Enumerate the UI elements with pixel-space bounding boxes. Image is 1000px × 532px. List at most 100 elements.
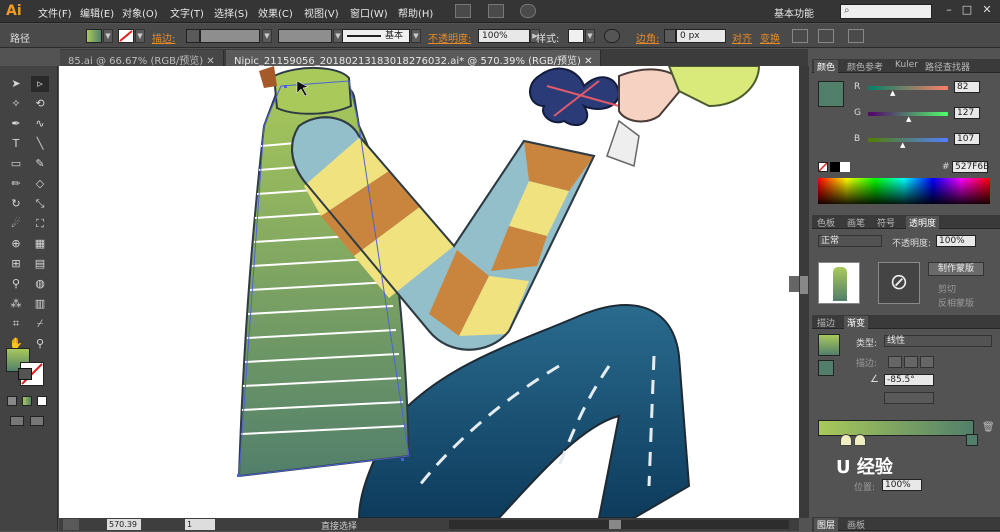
draw-mode-icon[interactable]: [10, 416, 24, 426]
gpu-icon[interactable]: [520, 4, 536, 18]
rotate-tool-icon[interactable]: ↻: [7, 196, 25, 212]
transform-icon[interactable]: [818, 29, 834, 43]
position-input[interactable]: 100%: [882, 479, 922, 491]
gradient-tool-icon[interactable]: ▤: [31, 256, 49, 272]
tab-swatches[interactable]: 色板: [814, 216, 838, 229]
magic-wand-icon[interactable]: ✧: [7, 96, 25, 112]
menu-view[interactable]: 视图(V): [304, 5, 339, 20]
scroll-thumb[interactable]: [609, 520, 621, 529]
free-transform-icon[interactable]: ⛶: [31, 216, 49, 232]
tab-nipic-ai[interactable]: Nipic_21159056_20180213183018276032.ai* …: [226, 50, 602, 67]
brush-dropdown[interactable]: ▼: [411, 29, 421, 43]
style-dropdown[interactable]: ▼: [585, 29, 595, 43]
menu-window[interactable]: 窗口(W): [350, 5, 388, 20]
b-slider-knob[interactable]: ▲: [900, 141, 905, 149]
tab-symbols[interactable]: 符号: [874, 216, 898, 229]
hex-input[interactable]: 527F6B: [952, 161, 989, 173]
stroke-weight-dropdown[interactable]: ▼: [262, 29, 272, 43]
align-link[interactable]: 对齐: [732, 30, 752, 45]
stroke-across-icon[interactable]: [920, 356, 934, 368]
tab-transparency[interactable]: 透明度: [906, 216, 940, 229]
g-slider-knob[interactable]: ▲: [906, 115, 911, 123]
eyedropper-icon[interactable]: ⚲: [7, 276, 25, 292]
none-mode-icon[interactable]: [37, 396, 47, 406]
corner-stepper[interactable]: [664, 29, 676, 43]
anchor-point[interactable]: [237, 474, 240, 477]
corner-label[interactable]: 边角:: [636, 30, 659, 45]
blend-tool-icon[interactable]: ◍: [31, 276, 49, 292]
stroke-weight-input[interactable]: [200, 29, 260, 43]
black-swatch[interactable]: [830, 162, 840, 172]
artboard-nav-icon[interactable]: [63, 519, 79, 530]
g-input[interactable]: 127: [954, 107, 980, 119]
panel-menu-icon[interactable]: [848, 29, 864, 43]
tab-artboards[interactable]: 画板: [844, 518, 868, 531]
menu-help[interactable]: 帮助(H): [398, 5, 433, 20]
arrange-documents-icon[interactable]: [488, 4, 504, 18]
r-slider[interactable]: [868, 86, 948, 90]
current-color-swatch[interactable]: [818, 81, 844, 107]
artboard-canvas[interactable]: [59, 66, 799, 518]
tab-brushes[interactable]: 画笔: [844, 216, 868, 229]
warp-tool-icon[interactable]: ☄: [7, 216, 25, 232]
mesh-tool-icon[interactable]: ⊞: [7, 256, 25, 272]
pencil-icon[interactable]: ✏: [7, 176, 25, 192]
white-swatch[interactable]: [840, 162, 850, 172]
lasso-icon[interactable]: ⟲: [31, 96, 49, 112]
gradient-stop-mid[interactable]: [854, 434, 866, 446]
gradient-thumbnail[interactable]: [818, 334, 840, 356]
artboard-tool-icon[interactable]: ⌗: [7, 316, 25, 332]
none-color-icon[interactable]: [818, 162, 828, 172]
b-input[interactable]: 107: [954, 133, 980, 145]
search-input[interactable]: ⌕: [840, 4, 932, 19]
fill-dropdown[interactable]: ▼: [103, 29, 113, 43]
tab-85-ai[interactable]: 85.ai @ 66.67% (RGB/预览) ✕: [60, 50, 224, 67]
color-mode-icon[interactable]: [7, 396, 17, 406]
type-tool-icon[interactable]: T: [7, 136, 25, 152]
pen-tool-icon[interactable]: ✒: [7, 116, 25, 132]
opacity-input[interactable]: 100%: [936, 235, 976, 247]
make-mask-button[interactable]: 制作蒙版: [928, 262, 984, 276]
menu-effect[interactable]: 效果(C): [258, 5, 293, 20]
isolate-icon[interactable]: [792, 29, 808, 43]
minimize-icon[interactable]: –: [942, 3, 956, 17]
scroll-thumb[interactable]: [800, 276, 808, 294]
variable-width-profile[interactable]: [278, 29, 332, 43]
horizontal-scrollbar[interactable]: [449, 520, 789, 529]
paintbrush-icon[interactable]: ✎: [31, 156, 49, 172]
eraser-icon[interactable]: ◇: [31, 176, 49, 192]
scale-tool-icon[interactable]: ⤡: [31, 196, 49, 212]
menu-object[interactable]: 对象(O): [122, 5, 158, 20]
stroke-swatch[interactable]: [118, 29, 134, 43]
tab-pathfinder[interactable]: 路径查找器: [922, 60, 973, 73]
stroke-within-icon[interactable]: [888, 356, 902, 368]
gradient-mode-icon[interactable]: [22, 396, 32, 406]
slice-tool-icon[interactable]: ⌿: [31, 316, 49, 332]
stroke-dropdown[interactable]: ▼: [135, 29, 145, 43]
menu-type[interactable]: 文字(T): [170, 5, 204, 20]
tab-kuler[interactable]: Kuler: [892, 60, 921, 70]
gradient-type-select[interactable]: 线性: [884, 335, 992, 347]
delete-stop-icon[interactable]: 🗑: [982, 422, 995, 433]
menu-file[interactable]: 文件(F): [38, 5, 72, 20]
artboard-number-field[interactable]: 1: [185, 519, 215, 530]
tab-stroke[interactable]: 描边: [814, 316, 838, 329]
no-mask-icon[interactable]: ⊘: [878, 262, 920, 304]
stroke-stepper[interactable]: [186, 29, 200, 43]
line-tool-icon[interactable]: ╲: [31, 136, 49, 152]
symbol-sprayer-icon[interactable]: ⁂: [7, 296, 25, 312]
tab-gradient[interactable]: 渐变: [844, 316, 869, 329]
fill-swatch[interactable]: [86, 29, 102, 43]
clip-checkbox[interactable]: 剪切: [938, 282, 956, 295]
close-icon[interactable]: ✕: [980, 3, 994, 17]
opacity-label[interactable]: 不透明度:: [428, 30, 471, 45]
curvature-tool-icon[interactable]: ∿: [31, 116, 49, 132]
r-input[interactable]: 82: [954, 81, 980, 93]
recolor-icon[interactable]: [604, 29, 620, 43]
rectangle-tool-icon[interactable]: ▭: [7, 156, 25, 172]
anchor-point[interactable]: [284, 85, 287, 88]
maximize-icon[interactable]: □: [960, 3, 974, 17]
stroke-along-icon[interactable]: [904, 356, 918, 368]
tab-layers[interactable]: 图层: [814, 518, 839, 531]
perspective-grid-icon[interactable]: ▦: [31, 236, 49, 252]
